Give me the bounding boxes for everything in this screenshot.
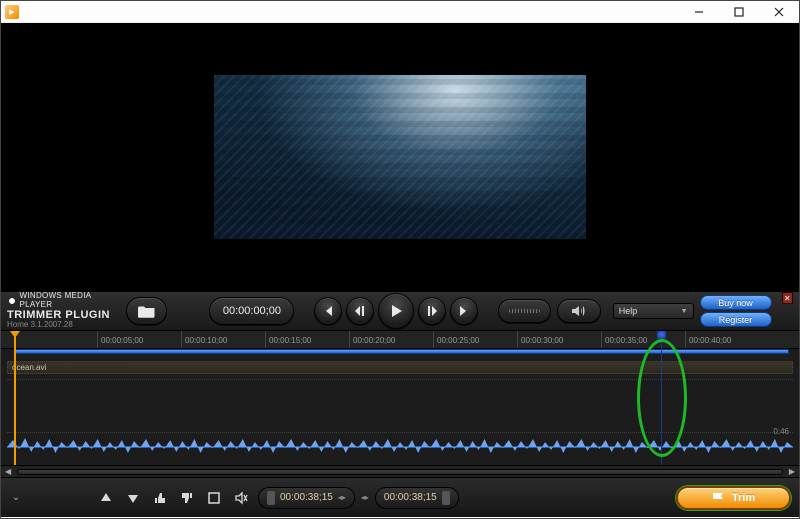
ruler-tick: 00:00:25;00 [433,331,479,348]
step-forward-button[interactable] [418,297,446,325]
version-text: Home 3.1.2007.28 [7,321,120,330]
maximize-button[interactable] [719,1,759,23]
prev-button[interactable] [314,297,342,325]
thumb-down-button[interactable] [176,487,198,509]
minimize-button[interactable] [679,1,719,23]
timecode-value: 00:00:00;00 [223,305,281,317]
mute-button[interactable] [230,487,252,509]
expand-chevron-icon[interactable]: ⌄ [9,492,23,503]
control-strip: WINDOWS MEDIA PLAYER TRIMMER PLUGIN Home… [1,291,799,331]
out-timecode-display[interactable]: 00:00:38;15 [375,487,459,509]
plugin-title-block: WINDOWS MEDIA PLAYER TRIMMER PLUGIN Home… [7,292,120,330]
flag-icon [712,492,726,504]
buy-now-button[interactable]: Buy now [700,295,772,310]
clip-name: ocean.avi [12,363,46,372]
play-button[interactable] [378,293,414,329]
window-titlebar [1,1,799,23]
out-tc-value: 00:00:38;15 [384,492,437,503]
audio-waveform[interactable] [7,435,793,459]
selection-range[interactable] [15,349,789,354]
playhead[interactable] [661,331,662,465]
knob-icon [442,491,450,505]
panel-close-button[interactable]: ✕ [782,292,793,304]
mark-in-down-button[interactable] [122,487,144,509]
in-point-line [14,331,16,465]
ruler-tick: 00:00:40;00 [685,331,731,348]
ruler-tick: 00:00:30;00 [517,331,563,348]
register-label: Register [719,315,753,325]
video-frame [214,75,586,239]
open-file-button[interactable] [126,297,168,325]
timeline-ruler[interactable]: 00:00:05;00 00:00:10;00 00:00:15;00 00:0… [1,331,799,349]
ruler-tick: 00:00:15;00 [265,331,311,348]
scroll-right-icon[interactable]: ▶ [789,467,795,476]
thumb-up-button[interactable] [149,487,171,509]
brand-text: WINDOWS MEDIA PLAYER [7,292,120,310]
scrollbar-thumb[interactable] [17,469,783,475]
clip-label-track: ocean.avi [7,361,793,374]
volume-control[interactable] [557,299,600,323]
help-label: Help [619,306,638,316]
in-timecode-display[interactable]: 00:00:38;15 ◂▸ [258,487,355,509]
step-back-button[interactable] [346,297,374,325]
next-button[interactable] [450,297,478,325]
chevron-down-icon: ▼ [681,308,688,315]
trim-button[interactable]: Trim [676,486,791,510]
app-icon [5,5,19,19]
register-button[interactable]: Register [700,312,772,327]
in-tc-value: 00:00:38;15 [280,492,333,503]
help-dropdown[interactable]: Help ▼ [613,303,694,319]
link-icon: ◂▸ [361,493,369,502]
video-track[interactable] [7,379,793,433]
timeline-area[interactable]: 00:00:05;00 00:00:10;00 00:00:15;00 00:0… [1,331,799,465]
ruler-tick: 00:00:10;00 [181,331,227,348]
buy-now-label: Buy now [718,298,753,308]
ruler-tick: 00:00:20;00 [349,331,395,348]
timecode-display: 00:00:00;00 [209,297,294,325]
close-button[interactable] [759,1,799,23]
knob-icon [267,491,275,505]
ruler-tick: 00:00:05;00 [97,331,143,348]
trim-label: Trim [732,492,755,504]
speed-slider[interactable] [498,299,551,323]
mark-in-up-button[interactable] [95,487,117,509]
video-preview-area [1,23,799,291]
crop-button[interactable] [203,487,225,509]
step-icon: ◂▸ [338,493,346,502]
scroll-left-icon[interactable]: ◀ [5,467,11,476]
footer-bar: ⌄ 00:00:38;15 ◂▸ ◂▸ 00:00:38;15 Trim [1,477,799,517]
timeline-scrollbar[interactable]: ◀ ▶ [1,465,799,477]
volume-icon [571,305,587,317]
ruler-tick: 00:00:35;00 [601,331,647,348]
